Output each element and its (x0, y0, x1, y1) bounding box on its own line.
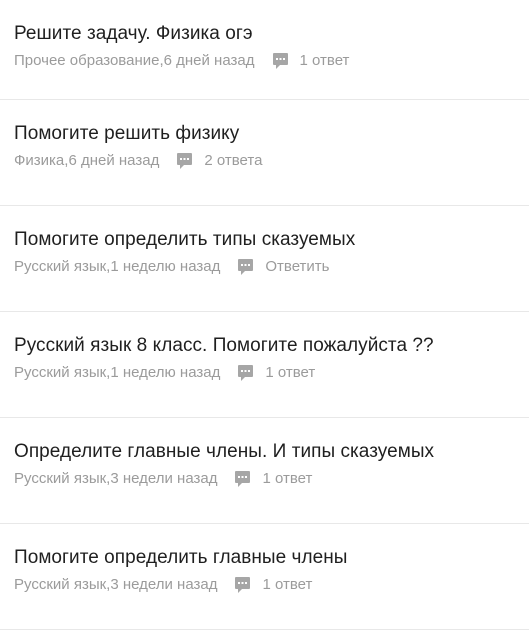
question-item[interactable]: Помогите решить физику Физика, 6 дней на… (0, 100, 529, 206)
question-time: 3 недели назад (110, 576, 218, 593)
comment-bubble-icon (176, 152, 193, 170)
question-meta: Русский язык, 1 неделю назад Ответить (14, 258, 515, 276)
question-title[interactable]: Помогите определить типы сказуемых (14, 228, 515, 252)
answers-link[interactable]: 1 ответ (234, 576, 312, 594)
answers-count: 1 ответ (265, 364, 316, 381)
question-title[interactable]: Помогите определить главные члены (14, 546, 515, 570)
comment-bubble-icon (272, 52, 289, 70)
answers-count: 2 ответа (204, 152, 263, 169)
question-item[interactable]: Помогите определить главные члены Русски… (0, 524, 529, 630)
question-category[interactable]: Русский язык (14, 364, 106, 382)
question-category[interactable]: Русский язык (14, 470, 106, 488)
question-item[interactable]: Определите главные члены. И типы сказуем… (0, 418, 529, 524)
answers-count: 1 ответ (262, 576, 313, 593)
question-time: 6 дней назад (163, 52, 255, 69)
question-category[interactable]: Прочее образование (14, 52, 159, 70)
question-item[interactable]: Русский язык 8 класс. Помогите пожалуйст… (0, 312, 529, 418)
question-time: 6 дней назад (68, 152, 160, 169)
question-meta: Прочее образование, 6 дней назад 1 ответ (14, 52, 515, 70)
question-category[interactable]: Физика (14, 152, 64, 170)
question-category[interactable]: Русский язык (14, 576, 106, 594)
question-meta: Русский язык, 1 неделю назад 1 ответ (14, 364, 515, 382)
question-time: 3 недели назад (110, 470, 218, 487)
question-item[interactable]: Решите задачу. Физика огэ Прочее образов… (0, 0, 529, 100)
question-time: 1 неделю назад (110, 258, 221, 275)
answer-label: Ответить (265, 258, 330, 275)
comment-bubble-icon (237, 258, 254, 276)
question-title[interactable]: Помогите решить физику (14, 122, 515, 146)
answer-link[interactable]: Ответить (237, 258, 329, 276)
comment-bubble-icon (234, 576, 251, 594)
question-time: 1 неделю назад (110, 364, 221, 381)
question-meta: Физика, 6 дней назад 2 ответа (14, 152, 515, 170)
comment-bubble-icon (234, 470, 251, 488)
answers-link[interactable]: 2 ответа (176, 152, 262, 170)
question-meta: Русский язык, 3 недели назад 1 ответ (14, 470, 515, 488)
question-meta: Русский язык, 3 недели назад 1 ответ (14, 576, 515, 594)
question-title[interactable]: Русский язык 8 класс. Помогите пожалуйст… (14, 334, 515, 358)
answers-link[interactable]: 1 ответ (272, 52, 350, 70)
question-list: Решите задачу. Физика огэ Прочее образов… (0, 0, 529, 630)
question-item[interactable]: Помогите определить типы сказуемых Русск… (0, 206, 529, 312)
comment-bubble-icon (237, 364, 254, 382)
answers-count: 1 ответ (262, 470, 313, 487)
answers-link[interactable]: 1 ответ (237, 364, 315, 382)
answers-count: 1 ответ (299, 52, 350, 69)
question-category[interactable]: Русский язык (14, 258, 106, 276)
question-title[interactable]: Определите главные члены. И типы сказуем… (14, 440, 515, 464)
question-title[interactable]: Решите задачу. Физика огэ (14, 22, 515, 46)
answers-link[interactable]: 1 ответ (234, 470, 312, 488)
